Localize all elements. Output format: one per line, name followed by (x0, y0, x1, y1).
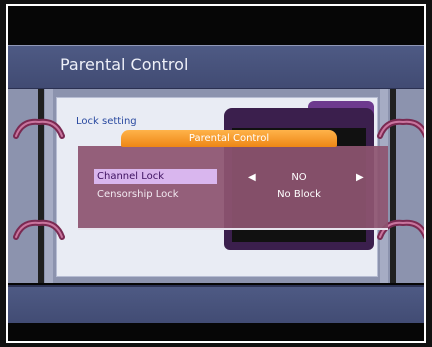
arrow-right-icon[interactable]: ▶ (356, 170, 364, 185)
censorship-lock-row[interactable]: Censorship Lock (94, 187, 217, 202)
channel-lock-value[interactable]: NO (263, 170, 335, 185)
hook-bottom-left-icon (13, 219, 65, 240)
page-title: Parental Control (60, 55, 189, 74)
tv-display: Parental Control Lock setting Parental C… (8, 6, 424, 341)
lock-setting-label: Lock setting (76, 116, 137, 127)
dialog-title: Parental Control (121, 130, 337, 147)
title-bar: Parental Control (8, 45, 424, 90)
bottom-bar (8, 285, 424, 323)
channel-lock-row[interactable]: Channel Lock (94, 169, 217, 184)
hook-top-left-icon (13, 118, 65, 139)
censorship-lock-value[interactable]: No Block (263, 187, 335, 202)
arrow-left-icon[interactable]: ◀ (248, 170, 256, 185)
hook-top-right-icon (377, 118, 424, 139)
